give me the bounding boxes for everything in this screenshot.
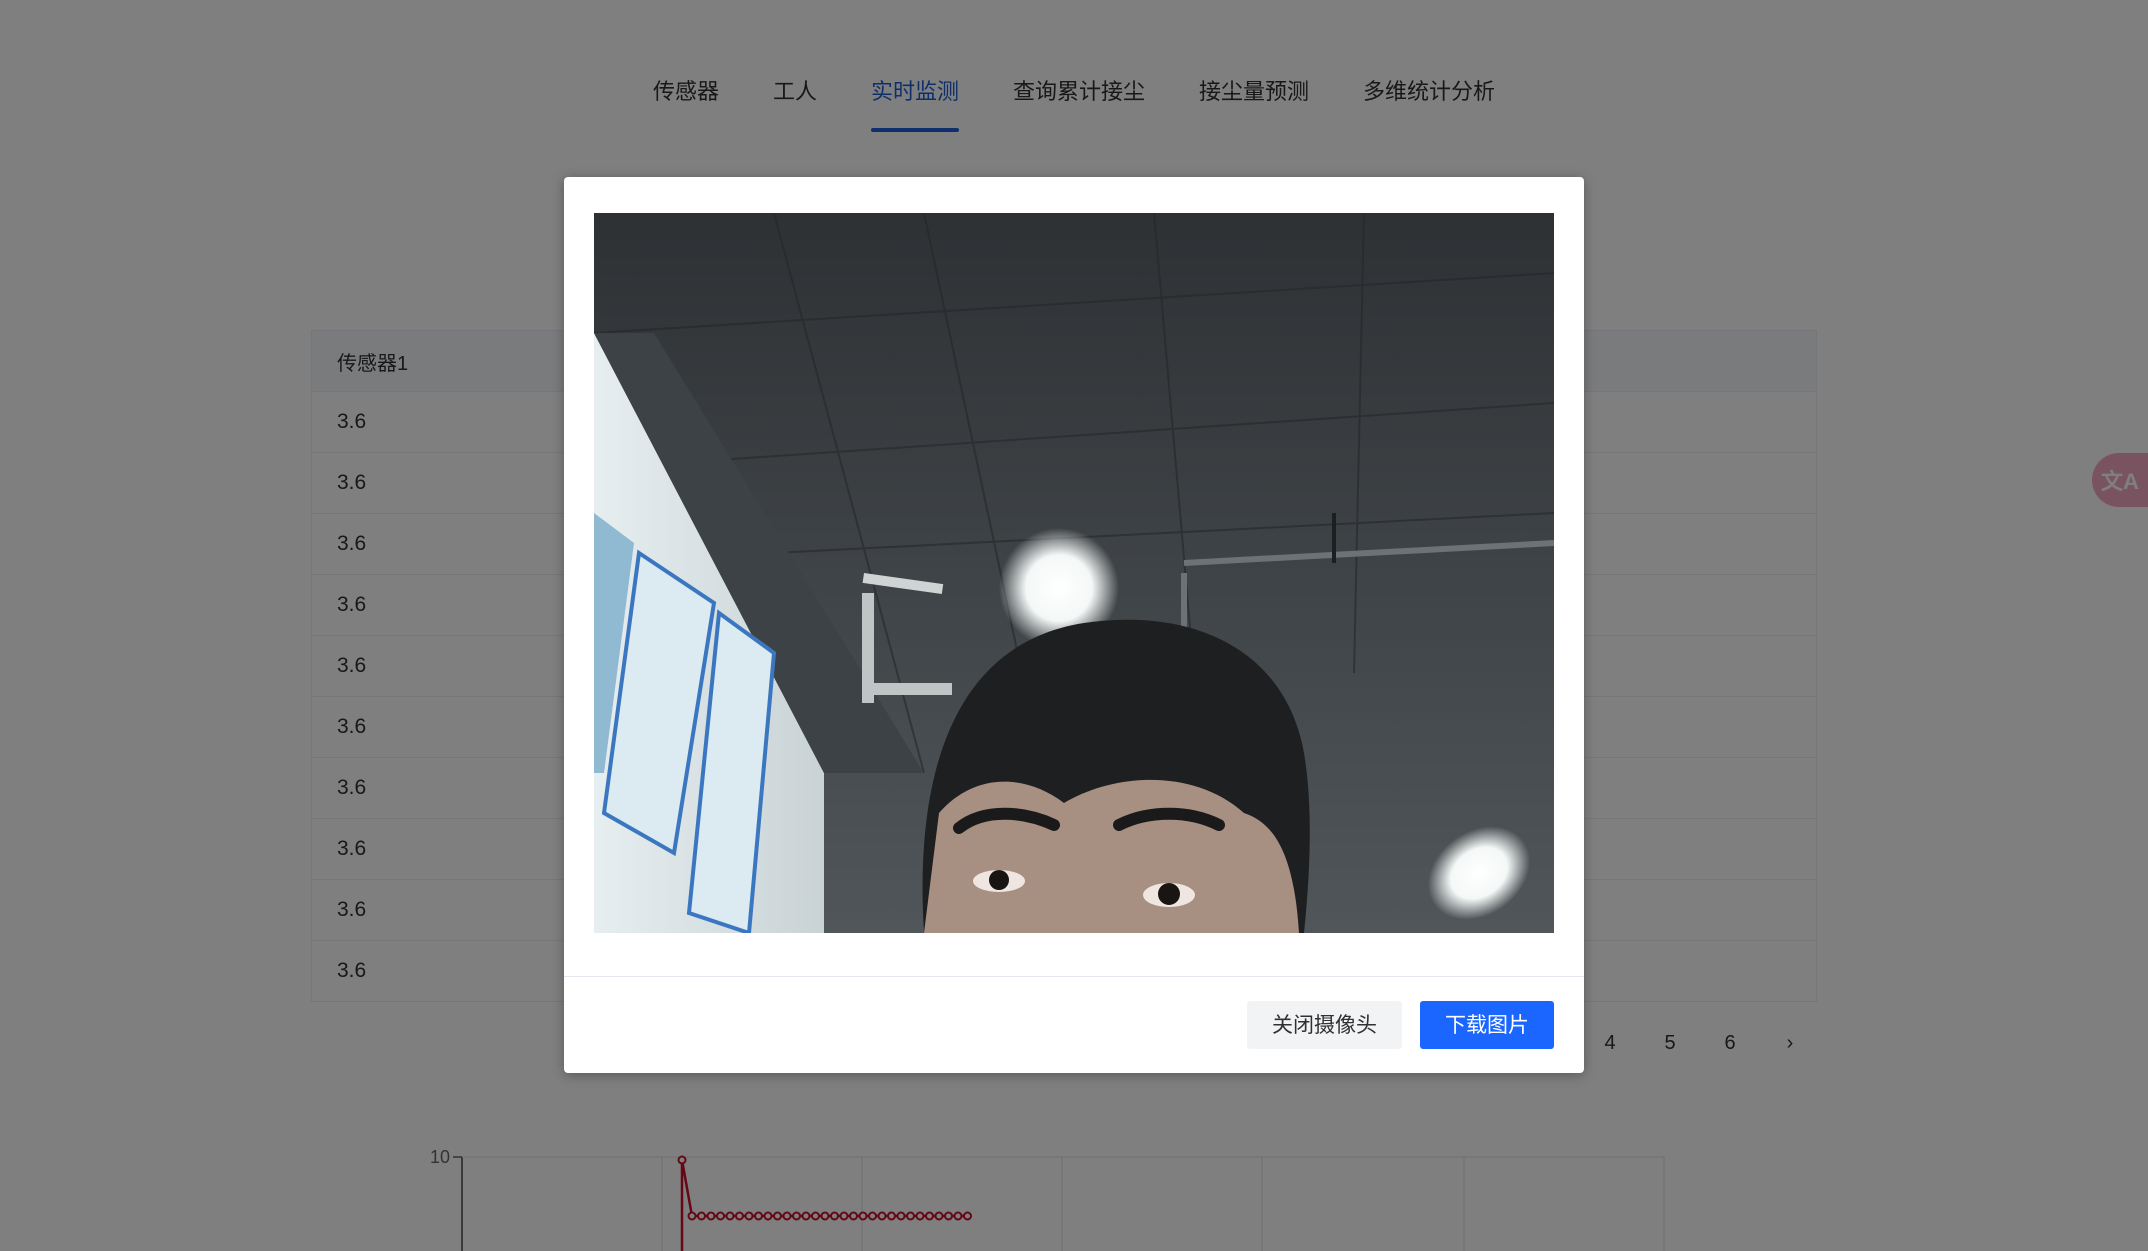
- camera-frame-drawing: [594, 213, 1554, 933]
- download-image-button[interactable]: 下载图片: [1420, 1001, 1554, 1049]
- camera-dialog: 关闭摄像头 下载图片: [564, 177, 1584, 1073]
- close-camera-button[interactable]: 关闭摄像头: [1247, 1001, 1402, 1049]
- camera-preview-image: [594, 213, 1554, 933]
- dialog-footer: 关闭摄像头 下载图片: [1247, 1001, 1554, 1049]
- dialog-divider: [564, 976, 1584, 977]
- page: 传感器 工人 实时监测 查询累计接尘 接尘量预测 多维统计分析 传感器1 3.6…: [0, 0, 2148, 1251]
